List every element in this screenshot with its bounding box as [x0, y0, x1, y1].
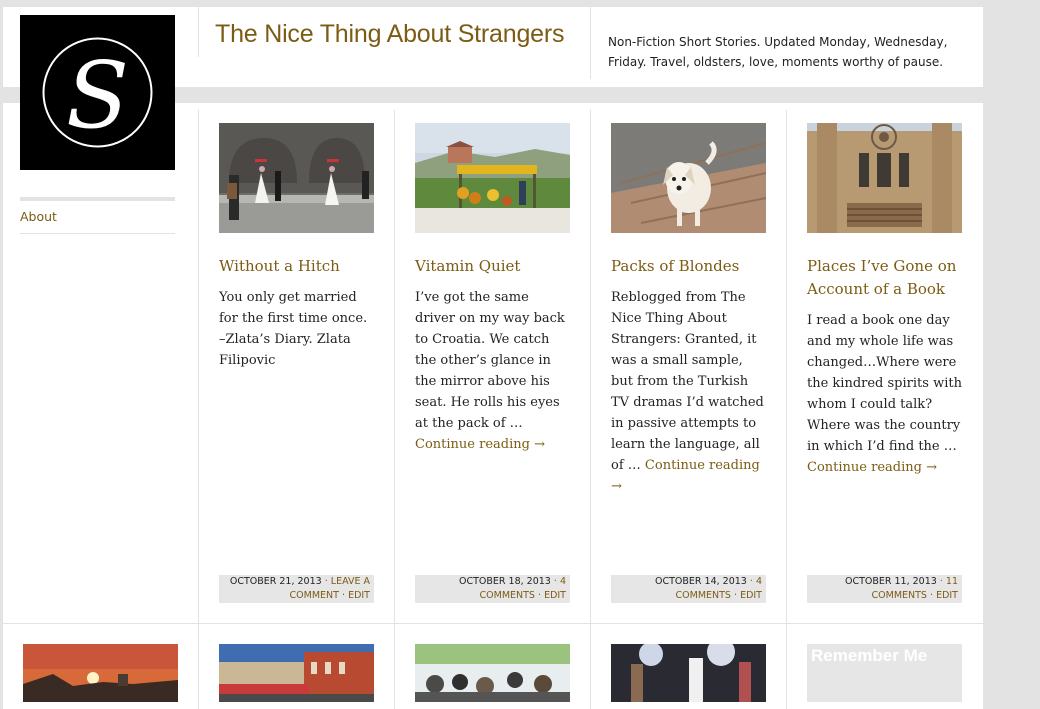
post-excerpt-text: You only get married for the first time … — [219, 290, 368, 368]
site-tagline: Non-Fiction Short Stories. Updated Monda… — [608, 35, 948, 69]
column-divider — [394, 110, 395, 709]
crowd-photo-icon[interactable] — [415, 644, 570, 702]
column-divider — [198, 110, 199, 709]
post-meta: OCTOBER 21, 2013 · LEAVE A COMMENT · EDI… — [219, 575, 374, 603]
post-excerpt: I read a book one day and my whole life … — [807, 310, 962, 478]
column-divider — [590, 110, 591, 709]
post-title[interactable]: Without a Hitch — [219, 255, 374, 278]
menu-divider — [20, 233, 175, 234]
remember-me-thumbnail[interactable]: Remember Me — [807, 644, 962, 702]
dancers-photo-icon[interactable] — [611, 644, 766, 702]
site-title[interactable]: The Nice Thing About Strangers — [215, 20, 565, 49]
edit-link[interactable]: EDIT — [348, 590, 370, 601]
post-date[interactable]: OCTOBER 14, 2013 — [655, 576, 747, 587]
logo-letter: S — [66, 42, 129, 149]
menu-item-about[interactable]: About — [20, 209, 57, 224]
post-card: Packs of Blondes Reblogged from The Nice… — [611, 123, 766, 497]
continue-reading-link[interactable]: Continue reading → — [415, 437, 545, 452]
header-divider — [590, 7, 591, 79]
post-excerpt: You only get married for the first time … — [219, 287, 374, 371]
sunset-photo-icon[interactable] — [23, 644, 178, 702]
post-meta: OCTOBER 11, 2013 · 11 COMMENTS · EDIT — [807, 575, 962, 603]
edit-link[interactable]: EDIT — [544, 590, 566, 601]
post-meta: OCTOBER 18, 2013 · 4 COMMENTS · EDIT — [415, 575, 570, 603]
row-divider — [3, 623, 983, 624]
post-excerpt-text: I read a book one day and my whole life … — [807, 313, 962, 454]
site-logo[interactable]: S — [20, 15, 175, 170]
continue-reading-link[interactable]: Continue reading → — [807, 460, 937, 475]
remember-me-title: Remember Me — [811, 646, 928, 665]
post-excerpt-text: Reblogged from The Nice Thing About Stra… — [611, 290, 764, 473]
post-title[interactable]: Vitamin Quiet — [415, 255, 570, 278]
header-divider — [198, 7, 199, 57]
post-excerpt-text: I’ve got the same driver on my way back … — [415, 290, 565, 431]
roadside-stand-photo-icon[interactable] — [415, 123, 570, 233]
post-excerpt: I’ve got the same driver on my way back … — [415, 287, 570, 455]
menu-top-bar — [20, 197, 175, 201]
post-meta: OCTOBER 14, 2013 · 4 COMMENTS · EDIT — [611, 575, 766, 603]
post-date[interactable]: OCTOBER 21, 2013 — [230, 576, 322, 587]
post-card: Vitamin Quiet I’ve got the same driver o… — [415, 123, 570, 455]
column-divider — [786, 110, 787, 709]
white-dog-photo-icon[interactable] — [611, 123, 766, 233]
post-title[interactable]: Places I’ve Gone on Account of a Book — [807, 255, 962, 301]
edit-link[interactable]: EDIT — [740, 590, 762, 601]
post-excerpt: Reblogged from The Nice Thing About Stra… — [611, 287, 766, 497]
post-card: Without a Hitch You only get married for… — [219, 123, 374, 371]
post-date[interactable]: OCTOBER 18, 2013 — [459, 576, 551, 587]
wedding-street-photo-icon[interactable] — [219, 123, 374, 233]
post-card: Places I’ve Gone on Account of a Book I … — [807, 123, 962, 478]
post-title[interactable]: Packs of Blondes — [611, 255, 766, 278]
market-street-photo-icon[interactable] — [219, 644, 374, 702]
post-date[interactable]: OCTOBER 11, 2013 — [845, 576, 937, 587]
building-facade-photo-icon[interactable] — [807, 123, 962, 233]
edit-link[interactable]: EDIT — [936, 590, 958, 601]
